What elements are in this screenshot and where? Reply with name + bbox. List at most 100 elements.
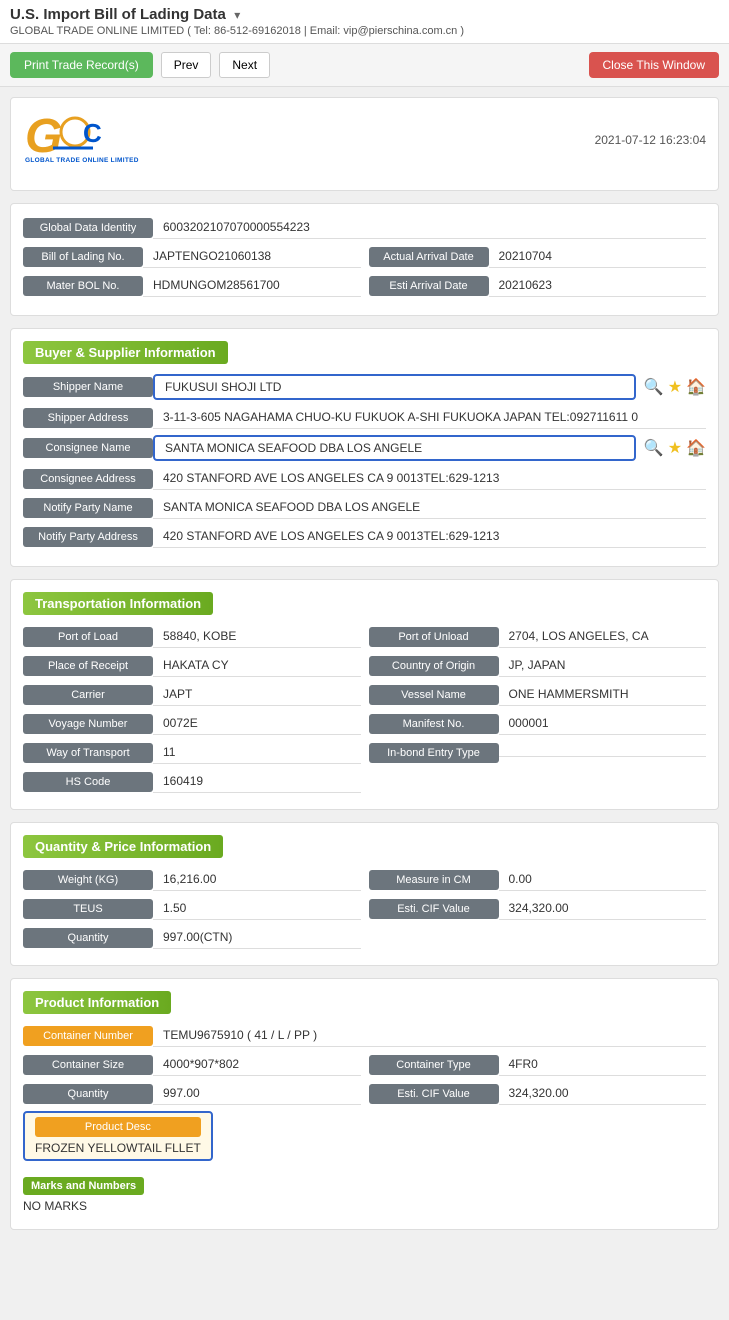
prev-button[interactable]: Prev	[161, 52, 212, 78]
place-of-receipt-value: HAKATA CY	[153, 654, 361, 677]
voyage-number-label: Voyage Number	[23, 714, 153, 734]
teus-label: TEUS	[23, 899, 153, 919]
bill-of-lading-label: Bill of Lading No.	[23, 247, 143, 267]
company-info: GLOBAL TRADE ONLINE LIMITED ( Tel: 86-51…	[10, 25, 719, 37]
product-desc-box: Product Desc FROZEN YELLOWTAIL FLLET	[23, 1111, 213, 1161]
consignee-search-icon[interactable]: 🔍	[644, 438, 664, 458]
product-quantity-value: 997.00	[153, 1082, 361, 1105]
consignee-address-label: Consignee Address	[23, 469, 153, 489]
header-card: G C GLOBAL TRADE ONLINE LIMITED 2021-07-…	[10, 97, 719, 191]
port-of-unload-value: 2704, LOS ANGELES, CA	[499, 625, 707, 648]
container-size-label: Container Size	[23, 1055, 153, 1075]
svg-text:C: C	[83, 118, 102, 148]
esti-arrival-value: 20210623	[489, 274, 707, 297]
hs-code-label: HS Code	[23, 772, 153, 792]
country-of-origin-value: JP, JAPAN	[499, 654, 707, 677]
voyage-number-value: 0072E	[153, 712, 361, 735]
in-bond-entry-value	[499, 748, 707, 757]
manifest-no-value: 000001	[499, 712, 707, 735]
close-button[interactable]: Close This Window	[589, 52, 719, 78]
way-of-transport-value: 11	[153, 741, 361, 764]
product-quantity-label: Quantity	[23, 1084, 153, 1104]
port-of-unload-label: Port of Unload	[369, 627, 499, 647]
shipper-name-label: Shipper Name	[23, 377, 153, 397]
actual-arrival-label: Actual Arrival Date	[369, 247, 489, 267]
vessel-name-value: ONE HAMMERSMITH	[499, 683, 707, 706]
consignee-home-icon[interactable]: 🏠	[686, 438, 706, 458]
quantity-price-card: Quantity & Price Information Weight (KG)…	[10, 822, 719, 966]
teus-value: 1.50	[153, 897, 361, 920]
transportation-title: Transportation Information	[23, 592, 213, 615]
quantity-price-title: Quantity & Price Information	[23, 835, 223, 858]
product-info-card: Product Information Container Number TEM…	[10, 978, 719, 1230]
consignee-address-value: 420 STANFORD AVE LOS ANGELES CA 9 0013TE…	[153, 467, 706, 490]
shipper-address-value: 3-11-3-605 NAGAHAMA CHUO-KU FUKUOK A-SHI…	[153, 406, 706, 429]
page-title: U.S. Import Bill of Lading Data	[10, 6, 226, 23]
notify-party-name-value: SANTA MONICA SEAFOOD DBA LOS ANGELE	[153, 496, 706, 519]
container-type-label: Container Type	[369, 1055, 499, 1075]
product-esti-cif-value: 324,320.00	[499, 1082, 707, 1105]
container-number-value: TEMU9675910 ( 41 / L / PP )	[153, 1024, 706, 1047]
shipper-search-icon[interactable]: 🔍	[644, 377, 664, 397]
marks-value: NO MARKS	[23, 1195, 706, 1217]
notify-party-name-label: Notify Party Name	[23, 498, 153, 518]
notify-party-address-label: Notify Party Address	[23, 527, 153, 547]
esti-arrival-label: Esti Arrival Date	[369, 276, 489, 296]
buyer-supplier-title: Buyer & Supplier Information	[23, 341, 228, 364]
toolbar: Print Trade Record(s) Prev Next Close Th…	[0, 44, 729, 87]
top-bar: U.S. Import Bill of Lading Data ▾ GLOBAL…	[0, 0, 729, 44]
notify-party-address-value: 420 STANFORD AVE LOS ANGELES CA 9 0013TE…	[153, 525, 706, 548]
next-button[interactable]: Next	[219, 52, 270, 78]
shipper-star-icon[interactable]: ★	[668, 377, 682, 397]
product-desc-value: FROZEN YELLOWTAIL FLLET	[35, 1141, 201, 1155]
shipper-address-label: Shipper Address	[23, 408, 153, 428]
global-data-identity-label: Global Data Identity	[23, 218, 153, 238]
hs-code-value: 160419	[153, 770, 361, 793]
global-data-identity-value: 6003202107070000554223	[153, 216, 706, 239]
company-logo: G C GLOBAL TRADE ONLINE LIMITED	[23, 110, 143, 170]
timestamp: 2021-07-12 16:23:04	[595, 133, 706, 147]
product-desc-label: Product Desc	[35, 1117, 201, 1137]
actual-arrival-value: 20210704	[489, 245, 707, 268]
place-of-receipt-label: Place of Receipt	[23, 656, 153, 676]
quantity-label: Quantity	[23, 928, 153, 948]
marks-label: Marks and Numbers	[23, 1177, 144, 1195]
transportation-card: Transportation Information Port of Load …	[10, 579, 719, 810]
logo-area: G C GLOBAL TRADE ONLINE LIMITED	[23, 110, 143, 170]
buyer-supplier-card: Buyer & Supplier Information Shipper Nam…	[10, 328, 719, 567]
master-bol-label: Mater BOL No.	[23, 276, 143, 296]
port-of-load-value: 58840, KOBE	[153, 625, 361, 648]
container-size-value: 4000*907*802	[153, 1053, 361, 1076]
quantity-value: 997.00(CTN)	[153, 926, 361, 949]
master-bol-value: HDMUNGOM28561700	[143, 274, 361, 297]
container-number-label: Container Number	[23, 1026, 153, 1046]
bill-of-lading-value: JAPTENGO21060138	[143, 245, 361, 268]
dropdown-arrow[interactable]: ▾	[234, 8, 240, 22]
in-bond-entry-label: In-bond Entry Type	[369, 743, 499, 763]
weight-label: Weight (KG)	[23, 870, 153, 890]
vessel-name-label: Vessel Name	[369, 685, 499, 705]
product-esti-cif-label: Esti. CIF Value	[369, 1084, 499, 1104]
consignee-star-icon[interactable]: ★	[668, 438, 682, 458]
basic-info-card: Global Data Identity 6003202107070000554…	[10, 203, 719, 316]
shipper-name-value: FUKUSUI SHOJI LTD	[153, 374, 636, 400]
country-of-origin-label: Country of Origin	[369, 656, 499, 676]
measure-value: 0.00	[499, 868, 707, 891]
way-of-transport-label: Way of Transport	[23, 743, 153, 763]
manifest-no-label: Manifest No.	[369, 714, 499, 734]
product-info-title: Product Information	[23, 991, 171, 1014]
esti-cif-value: 324,320.00	[499, 897, 707, 920]
carrier-label: Carrier	[23, 685, 153, 705]
port-of-load-label: Port of Load	[23, 627, 153, 647]
svg-text:GLOBAL TRADE ONLINE LIMITED: GLOBAL TRADE ONLINE LIMITED	[25, 157, 139, 164]
print-button[interactable]: Print Trade Record(s)	[10, 52, 153, 78]
esti-cif-label: Esti. CIF Value	[369, 899, 499, 919]
consignee-name-label: Consignee Name	[23, 438, 153, 458]
container-type-value: 4FR0	[499, 1053, 707, 1076]
consignee-name-value: SANTA MONICA SEAFOOD DBA LOS ANGELE	[153, 435, 636, 461]
weight-value: 16,216.00	[153, 868, 361, 891]
measure-label: Measure in CM	[369, 870, 499, 890]
carrier-value: JAPT	[153, 683, 361, 706]
shipper-home-icon[interactable]: 🏠	[686, 377, 706, 397]
svg-text:G: G	[25, 110, 62, 163]
